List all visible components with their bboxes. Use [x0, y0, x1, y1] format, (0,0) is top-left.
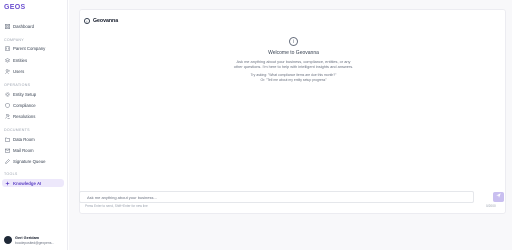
sidebar-item-label: Data Room: [13, 136, 35, 142]
page-title: Geovanna: [93, 18, 119, 24]
section-company: COMPANY: [4, 38, 25, 42]
building-icon: [5, 45, 10, 51]
sidebar-item-label: Entities: [13, 57, 28, 63]
user-info: Geri Geridam bocdeposited@gexpens...: [15, 236, 54, 245]
sidebar-item-label: Signature Queue: [13, 158, 46, 164]
welcome-block: i Welcome to Geovanna Ask me anything ab…: [80, 37, 507, 83]
users-icon: [5, 68, 10, 74]
brand-logo[interactable]: GEOS: [4, 4, 25, 11]
sidebar: GEOS Dashboard COMPANY Parent Company En…: [0, 0, 68, 250]
layers-icon: [5, 57, 10, 63]
shield-icon: [5, 102, 10, 108]
sidebar-item-entities[interactable]: Entities: [2, 56, 64, 64]
gear-icon: [5, 91, 10, 97]
sidebar-item-label: Users: [13, 68, 25, 74]
chat-input[interactable]: [79, 191, 474, 203]
example-prompt[interactable]: Or: "Tell me about my entity setup progr…: [80, 78, 507, 83]
sidebar-item-label: Knowledge AI: [13, 180, 42, 186]
send-icon: [496, 193, 501, 198]
sidebar-item-resolutions[interactable]: Resolutions: [2, 112, 64, 120]
sidebar-item-label: Parent Company: [13, 45, 46, 51]
sidebar-item-dashboard[interactable]: Dashboard: [2, 22, 64, 30]
sidebar-item-compliance[interactable]: Compliance: [2, 101, 64, 109]
sidebar-item-label: Compliance: [13, 102, 36, 108]
folder-icon: [5, 137, 10, 142]
example-prompts: Try asking: "What compliance items are d…: [80, 73, 507, 83]
mail-icon: [5, 148, 10, 153]
sidebar-item-signature-queue[interactable]: Signature Queue: [2, 157, 64, 165]
avatar[interactable]: [4, 236, 12, 245]
sidebar-item-knowledge-ai[interactable]: Knowledge AI: [2, 179, 64, 187]
grid-icon: [5, 23, 10, 29]
section-documents: DOCUMENTS: [4, 128, 30, 132]
main-content: i Geovanna i Welcome to Geovanna Ask me …: [69, 0, 512, 250]
user-email: bocdeposited@gexpens...: [15, 240, 55, 245]
welcome-description: Ask me anything about your business, com…: [233, 59, 354, 70]
sidebar-item-data-room[interactable]: Data Room: [2, 135, 64, 143]
sparkle-icon: [5, 180, 10, 186]
sidebar-item-entity-setup[interactable]: Entity Setup: [2, 90, 64, 98]
character-counter: 0/2000: [486, 204, 496, 208]
send-button[interactable]: [493, 192, 504, 202]
chat-input-row: [79, 191, 506, 203]
panel-header: i Geovanna: [84, 18, 118, 24]
info-icon: i: [289, 37, 298, 46]
info-icon: i: [84, 18, 90, 24]
user-profile[interactable]: Geri Geridam bocdeposited@gexpens...: [4, 236, 54, 245]
input-hint: Press Enter to send, Shift+Enter for new…: [85, 204, 148, 208]
sidebar-item-label: Mail Room: [13, 147, 34, 153]
sidebar-item-label: Resolutions: [13, 113, 36, 119]
sidebar-item-users[interactable]: Users: [2, 67, 64, 75]
section-tools: TOOLS: [4, 172, 18, 176]
sidebar-item-label: Dashboard: [13, 23, 35, 29]
welcome-title: Welcome to Geovanna: [268, 50, 319, 56]
sidebar-item-mail-room[interactable]: Mail Room: [2, 146, 64, 154]
chat-panel: i Geovanna i Welcome to Geovanna Ask me …: [79, 9, 506, 214]
pen-icon: [5, 158, 10, 164]
sidebar-item-label: Entity Setup: [13, 91, 37, 97]
section-operations: OPERATIONS: [4, 83, 31, 87]
sidebar-item-parent-company[interactable]: Parent Company: [2, 44, 64, 52]
gavel-icon: [5, 113, 10, 119]
